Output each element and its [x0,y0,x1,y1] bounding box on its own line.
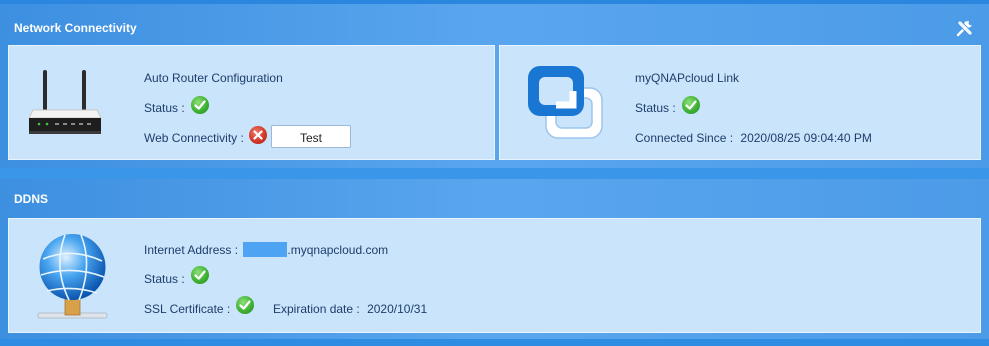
internet-address-suffix: .myqnapcloud.com [287,243,389,257]
cloud-status-ok-icon [682,96,700,114]
ssl-certificate-label: SSL Certificate : [144,302,231,316]
router-title: Auto Router Configuration [144,71,283,85]
network-connectivity-title: Network Connectivity [14,21,137,35]
router-status-label: Status : [144,101,185,115]
ddns-status-ok-icon [191,266,209,284]
connected-since-value: 2020/08/25 09:04:40 PM [740,131,872,145]
cloud-status-label: Status : [635,101,676,115]
web-connectivity-label: Web Connectivity : [144,131,244,145]
router-icon [25,68,105,138]
expiration-date-label: Expiration date : [273,302,360,316]
ddns-title: DDNS [14,192,49,206]
internet-address: Internet Address : .myqnapcloud.com [144,242,388,257]
myqnapcloud-panel: myQNAPcloud Link Status : Connected Sinc… [499,45,981,160]
network-globe-icon [35,231,110,323]
masked-hostname [243,242,288,257]
internet-address-label: Internet Address : [144,243,239,257]
router-status-ok-icon [191,96,209,114]
myqnapcloud-title: myQNAPcloud Link [635,71,740,85]
ssl-status-ok-icon [236,296,254,314]
connected-since: Connected Since : 2020/08/25 09:04:40 PM [635,131,872,145]
test-button[interactable]: Test [271,125,351,148]
ddns-section: DDNS Internet Address : .myqnapcloud.com… [0,179,989,339]
ddns-panel: Internet Address : .myqnapcloud.com Stat… [8,218,981,333]
expiration-date: Expiration date : 2020/10/31 [273,302,427,316]
settings-icon[interactable] [955,18,975,38]
connected-since-label: Connected Since : [635,131,734,145]
router-panel: Auto Router Configuration Status : Web C… [8,45,495,160]
expiration-date-value: 2020/10/31 [367,302,428,316]
network-connectivity-section: Network Connectivity Auto Router Configu… [0,4,989,168]
myqnapcloud-logo-icon [526,64,606,140]
ddns-status-label: Status : [144,272,185,286]
web-connectivity-error-icon [249,126,267,144]
